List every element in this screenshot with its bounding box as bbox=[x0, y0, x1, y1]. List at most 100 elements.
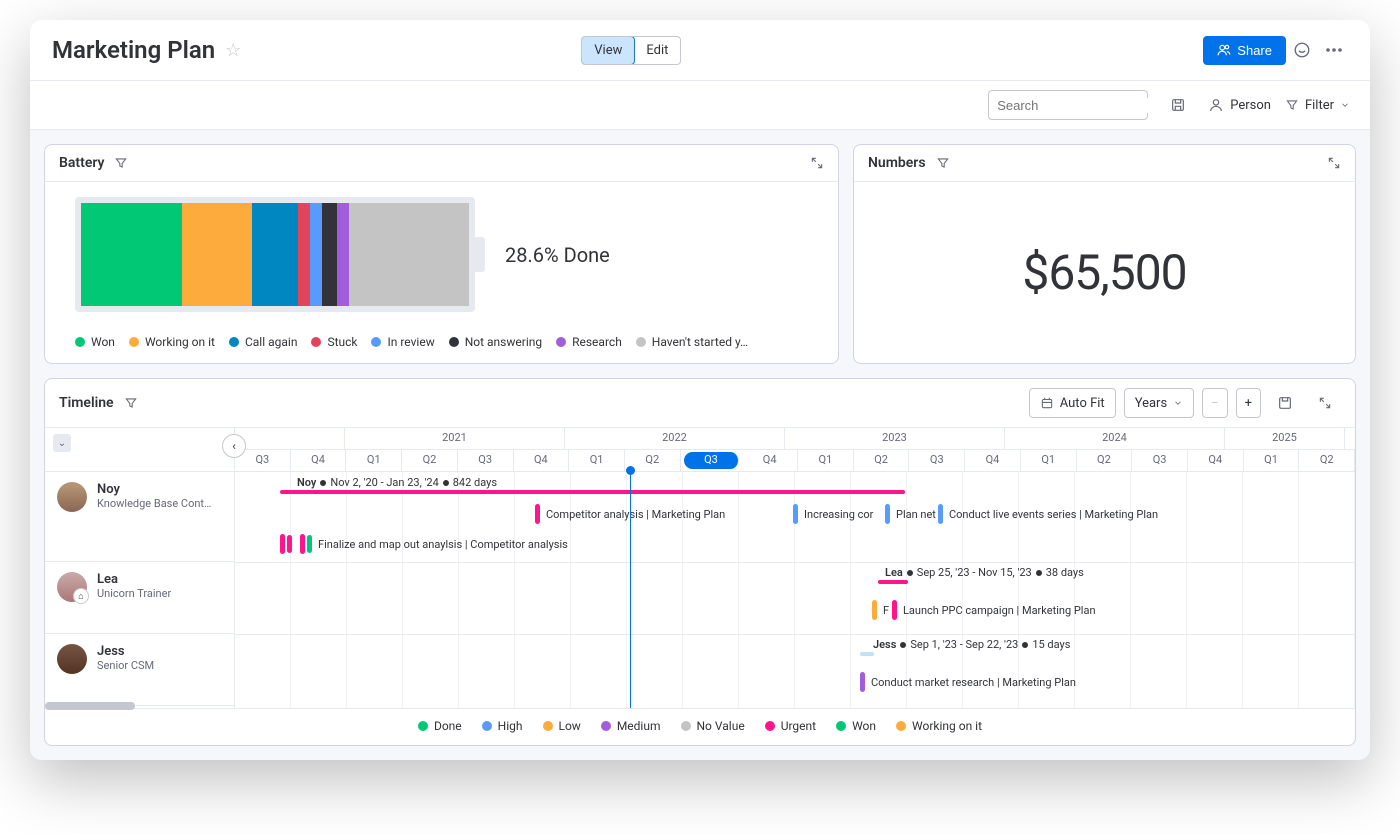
quarter-header[interactable]: Q3 bbox=[458, 450, 514, 471]
legend-item[interactable]: Working on it bbox=[129, 335, 215, 349]
more-icon[interactable] bbox=[1318, 34, 1350, 66]
quarter-header[interactable]: Q2 bbox=[1299, 450, 1355, 471]
scale-select[interactable]: Years bbox=[1124, 388, 1194, 418]
legend-item[interactable]: Low bbox=[543, 719, 581, 733]
quarter-header[interactable]: Q1 bbox=[1244, 450, 1300, 471]
timeline-bar[interactable] bbox=[280, 490, 905, 494]
lane-lea: Lea Sep 25, '23 - Nov 15, '23 38 days F … bbox=[235, 562, 1355, 634]
battery-segment[interactable] bbox=[81, 203, 182, 306]
battery-widget: Battery 28.6% Done WonWorking on itCall … bbox=[44, 144, 839, 364]
expand-icon[interactable] bbox=[810, 156, 824, 170]
task-conduct-live[interactable]: Conduct live events series | Marketing P… bbox=[938, 504, 1158, 524]
legend-item[interactable]: Working on it bbox=[896, 719, 982, 733]
task-increasing[interactable]: Increasing cor bbox=[793, 504, 873, 524]
battery-filter-icon[interactable] bbox=[114, 156, 128, 170]
person-lea[interactable]: Lea Unicorn Trainer bbox=[45, 562, 234, 634]
battery-segment[interactable] bbox=[310, 203, 322, 306]
page-title: Marketing Plan bbox=[52, 36, 215, 64]
year-header: 2022 bbox=[565, 428, 785, 449]
quarter-header[interactable]: Q1 bbox=[798, 450, 854, 471]
scroll-left-button[interactable]: ‹ bbox=[222, 434, 246, 458]
legend-item[interactable]: Not answering bbox=[449, 335, 542, 349]
legend-item[interactable]: Won bbox=[75, 335, 115, 349]
task-ppc-f[interactable]: F bbox=[872, 600, 889, 620]
expand-icon[interactable] bbox=[1309, 387, 1341, 419]
quarter-header[interactable]: Q4 bbox=[742, 450, 798, 471]
search-input[interactable] bbox=[988, 90, 1148, 120]
chevron-down-icon bbox=[1340, 100, 1350, 110]
person-noy[interactable]: Noy Knowledge Base Cont… bbox=[45, 472, 234, 562]
quarter-header[interactable]: Q4 bbox=[291, 450, 347, 471]
task-plan-net[interactable]: Plan net bbox=[885, 504, 936, 524]
share-button[interactable]: Share bbox=[1203, 36, 1286, 65]
battery-segment[interactable] bbox=[337, 203, 349, 306]
quarter-header[interactable]: Q3 bbox=[684, 452, 740, 469]
legend-item[interactable]: Won bbox=[836, 719, 876, 733]
view-button[interactable]: View bbox=[581, 36, 635, 65]
year-header: 2025 bbox=[1225, 428, 1345, 449]
legend-item[interactable]: Done bbox=[418, 719, 462, 733]
battery-segment[interactable] bbox=[322, 203, 338, 306]
legend-item[interactable]: In review bbox=[371, 335, 434, 349]
task-ppc[interactable]: Launch PPC campaign | Marketing Plan bbox=[892, 600, 1096, 620]
battery-segment[interactable] bbox=[182, 203, 252, 306]
filter-button[interactable]: Filter bbox=[1285, 98, 1350, 113]
zoom-in-button[interactable]: + bbox=[1236, 388, 1261, 418]
legend-item[interactable]: Haven't started y… bbox=[636, 335, 748, 349]
quarter-header[interactable]: Q4 bbox=[514, 450, 570, 471]
avatar bbox=[57, 644, 87, 674]
quarter-header[interactable]: Q2 bbox=[854, 450, 910, 471]
edit-button[interactable]: Edit bbox=[634, 37, 680, 64]
timeline-bar[interactable] bbox=[860, 652, 874, 656]
battery-percent: 28.6% Done bbox=[505, 243, 610, 267]
legend-item[interactable]: High bbox=[482, 719, 523, 733]
autofit-icon bbox=[1040, 396, 1054, 410]
today-marker bbox=[630, 466, 631, 708]
quarter-header[interactable]: Q3 bbox=[1132, 450, 1188, 471]
battery-segment[interactable] bbox=[252, 203, 299, 306]
quarter-header[interactable]: Q3 bbox=[909, 450, 965, 471]
save-icon[interactable] bbox=[1162, 89, 1194, 121]
quarter-header[interactable]: Q1 bbox=[569, 450, 625, 471]
export-icon[interactable] bbox=[1269, 387, 1301, 419]
legend-item[interactable]: Urgent bbox=[765, 719, 816, 733]
numbers-widget: Numbers $65,500 bbox=[853, 144, 1356, 364]
person-icon bbox=[1208, 97, 1224, 113]
quarter-header[interactable]: Q1 bbox=[1021, 450, 1077, 471]
favorite-icon[interactable]: ☆ bbox=[225, 40, 241, 61]
person-jess[interactable]: Jess Senior CSM bbox=[45, 634, 234, 706]
legend-item[interactable]: Call again bbox=[229, 335, 298, 349]
quarter-header[interactable]: Q1 bbox=[346, 450, 402, 471]
legend-item[interactable]: Medium bbox=[601, 719, 661, 733]
collapse-icon[interactable]: ⌄ bbox=[53, 434, 71, 452]
battery-segment[interactable] bbox=[349, 203, 469, 306]
quarter-header[interactable]: Q4 bbox=[1188, 450, 1244, 471]
zoom-out-button[interactable]: − bbox=[1202, 388, 1227, 418]
people-icon bbox=[1217, 43, 1231, 57]
numbers-filter-icon[interactable] bbox=[936, 156, 950, 170]
avatar bbox=[57, 572, 87, 602]
legend-item[interactable]: Stuck bbox=[311, 335, 357, 349]
task-market-research[interactable]: Conduct market research | Marketing Plan bbox=[860, 672, 1076, 692]
year-header: 2021 bbox=[345, 428, 565, 449]
quarter-header[interactable]: Q2 bbox=[1077, 450, 1133, 471]
person-filter[interactable]: Person bbox=[1208, 97, 1271, 113]
expand-icon[interactable] bbox=[1327, 156, 1341, 170]
battery-legend: Won Working on it Call again Stuck In review… bbox=[45, 327, 838, 363]
quarter-header[interactable]: Q4 bbox=[965, 450, 1021, 471]
horizontal-scrollbar[interactable] bbox=[45, 702, 135, 710]
battery-segment[interactable] bbox=[298, 203, 310, 306]
timeline-filter-icon[interactable] bbox=[124, 396, 138, 410]
numbers-value: $65,500 bbox=[1022, 244, 1186, 301]
avatar bbox=[57, 482, 87, 512]
timeline-widget: Timeline Auto Fit Years − + bbox=[44, 378, 1356, 746]
quarter-header[interactable]: Q2 bbox=[402, 450, 458, 471]
chat-icon[interactable] bbox=[1286, 34, 1318, 66]
autofit-button[interactable]: Auto Fit bbox=[1029, 388, 1116, 418]
legend-item[interactable]: No Value bbox=[681, 719, 745, 733]
timeline-chart[interactable]: 20212022202320242025 Q3Q4Q1Q2Q3Q4Q1Q2Q3Q… bbox=[235, 428, 1355, 708]
timeline-bar[interactable] bbox=[878, 580, 908, 584]
legend-item[interactable]: Research bbox=[556, 335, 622, 349]
task-finalize[interactable]: Finalize and map out anaylsis | Competit… bbox=[280, 534, 568, 554]
timeline-title: Timeline bbox=[59, 395, 114, 411]
